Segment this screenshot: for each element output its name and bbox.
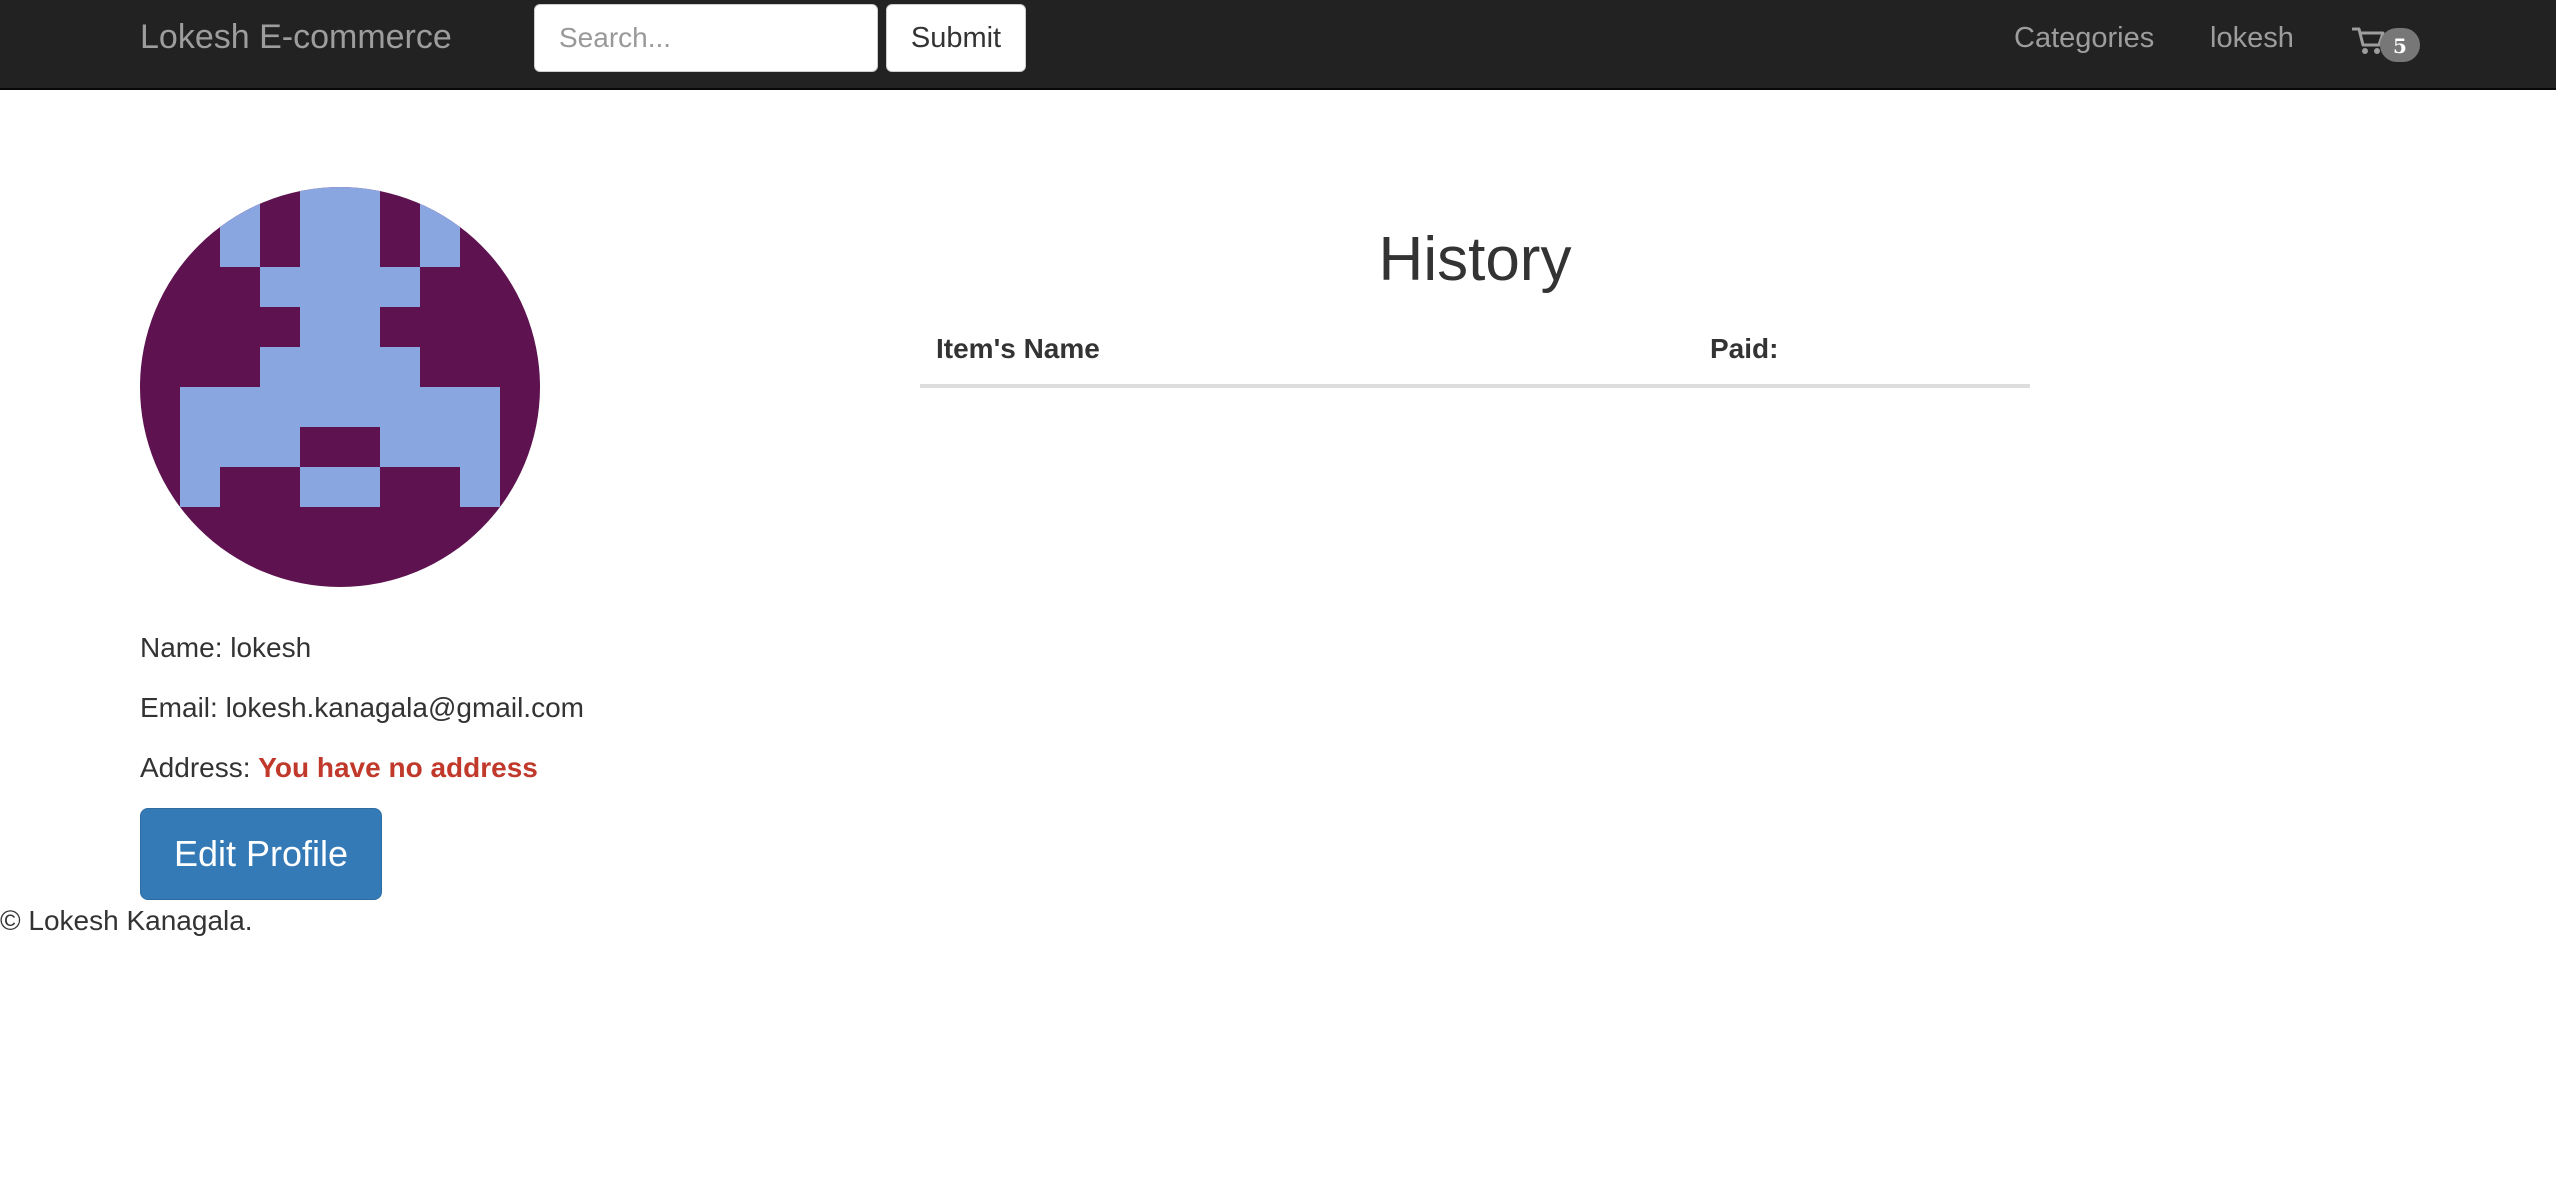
address-value: You have no address (258, 752, 538, 783)
avatar (140, 187, 540, 587)
edit-profile-button[interactable]: Edit Profile (140, 808, 382, 900)
profile-name: Name: lokesh (140, 631, 311, 665)
email-label: Email: (140, 692, 226, 723)
top-navbar: Lokesh E-commerce Submit Categories loke… (0, 0, 2556, 90)
name-label: Name: (140, 632, 231, 663)
cart-count-badge: 5 (2380, 28, 2420, 62)
space-invader-identicon (140, 187, 540, 587)
email-value: lokesh.kanagala@gmail.com (225, 692, 584, 723)
profile-address: Address: You have no address (140, 751, 538, 785)
history-header-row: Item's Name Paid: (920, 322, 2030, 388)
address-label: Address: (140, 752, 259, 783)
column-header-item-name: Item's Name (920, 322, 1694, 388)
nav-categories-link[interactable]: Categories (2014, 19, 2154, 57)
cart-link[interactable]: 5 (2352, 22, 2424, 64)
brand-link[interactable]: Lokesh E-commerce (140, 17, 452, 57)
search-submit-button[interactable]: Submit (886, 4, 1026, 72)
profile-email: Email: lokesh.kanagala@gmail.com (140, 691, 584, 725)
nav-user-link[interactable]: lokesh (2210, 19, 2294, 57)
history-table: Item's Name Paid: (920, 322, 2030, 388)
search-input[interactable] (534, 4, 878, 72)
column-header-paid: Paid: (1694, 322, 2030, 388)
footer-copyright: © Lokesh Kanagala. (0, 905, 253, 936)
name-value: lokesh (230, 632, 312, 663)
history-title: History (1378, 225, 1572, 294)
